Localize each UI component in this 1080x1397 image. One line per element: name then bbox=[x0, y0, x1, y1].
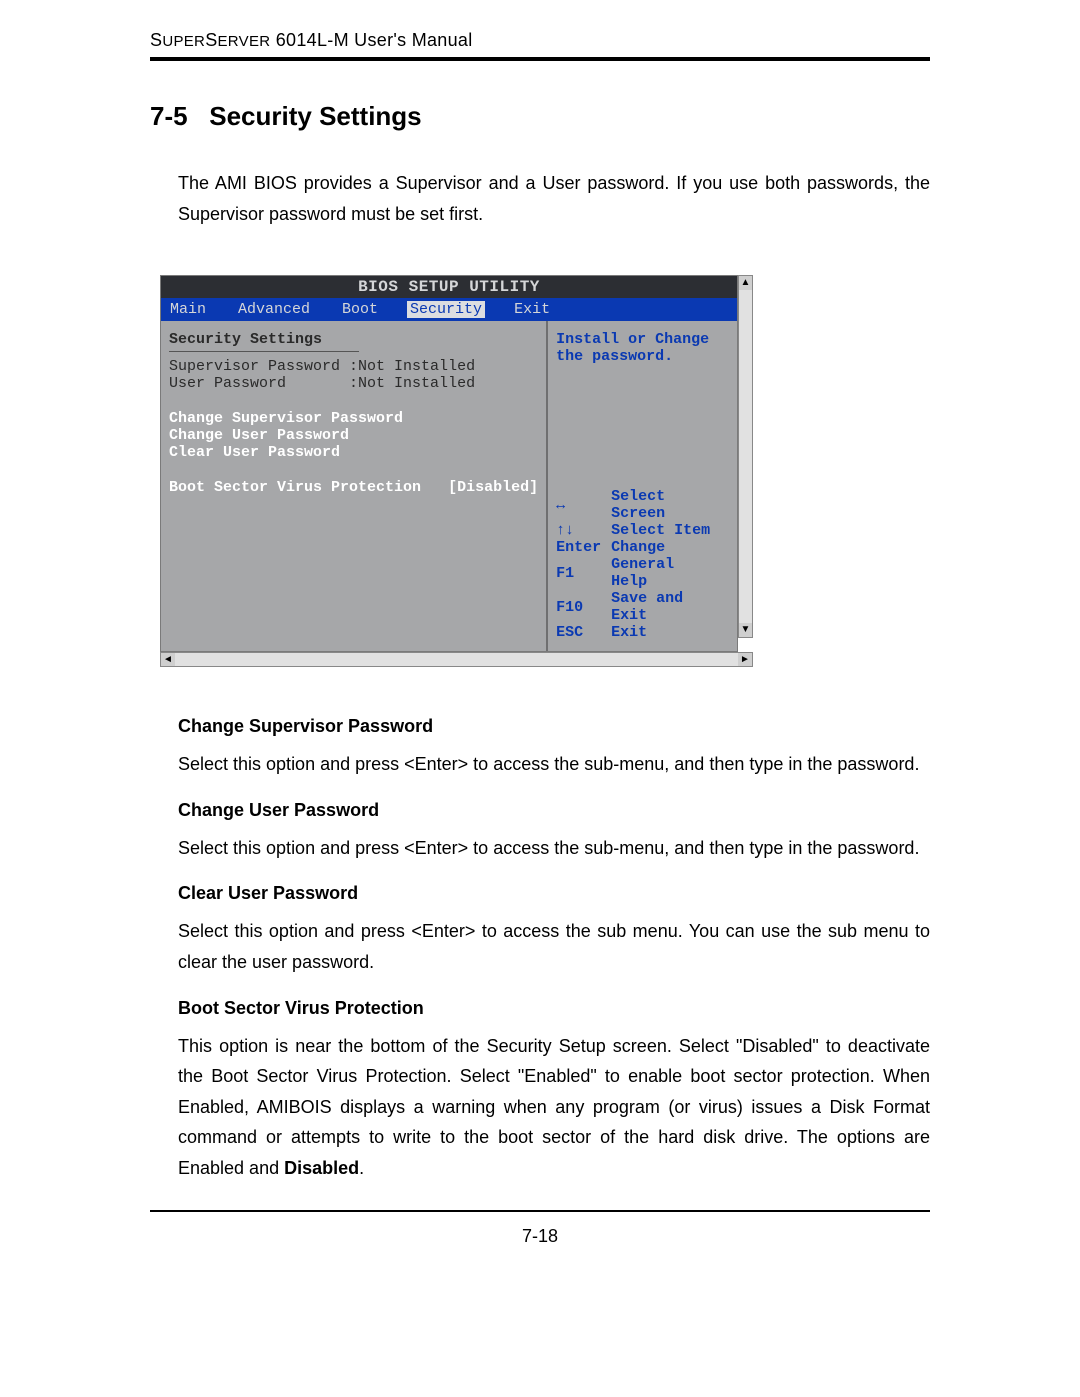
hint-action-save: Save and Exit bbox=[611, 590, 729, 624]
header-rule bbox=[150, 57, 930, 61]
sub-bsvp-body-pre: This option is near the bottom of the Se… bbox=[178, 1036, 930, 1178]
hint-key-f1: F1 bbox=[556, 556, 611, 590]
bios-left-pane: Security Settings Supervisor Password :N… bbox=[161, 321, 548, 651]
bios-menu-bar: Main Advanced Boot Security Exit bbox=[161, 298, 737, 321]
bios-user-row: User Password :Not Installed bbox=[169, 375, 538, 392]
hint-key-ud: ↑↓ bbox=[556, 522, 611, 539]
bios-bsvp-value: [Disabled] bbox=[448, 479, 538, 496]
bios-supervisor-label: Supervisor Password bbox=[169, 358, 340, 375]
bios-menu-exit[interactable]: Exit bbox=[511, 301, 553, 318]
bios-menu-boot[interactable]: Boot bbox=[339, 301, 381, 318]
sub-clear-user-body: Select this option and press <Enter> to … bbox=[178, 916, 930, 977]
bios-key-hints: ↔Select Screen ↑↓Select Item EnterChange… bbox=[556, 488, 729, 641]
bios-menu-security[interactable]: Security bbox=[407, 301, 485, 318]
bios-window-title: BIOS SETUP UTILITY bbox=[161, 276, 737, 298]
bios-item-change-supervisor[interactable]: Change Supervisor Password bbox=[169, 410, 538, 427]
header-char-2: S bbox=[205, 30, 217, 50]
bios-menu-main[interactable]: Main bbox=[167, 301, 209, 318]
scroll-up-icon[interactable]: ▲ bbox=[739, 276, 752, 290]
sub-change-supervisor-title: Change Supervisor Password bbox=[178, 716, 930, 737]
scroll-down-icon[interactable]: ▼ bbox=[739, 623, 752, 637]
bios-divider bbox=[169, 351, 359, 352]
intro-paragraph: The AMI BIOS provides a Supervisor and a… bbox=[178, 168, 930, 229]
sub-bsvp-title: Boot Sector Virus Protection bbox=[178, 998, 930, 1019]
header-frag-2: ERVER bbox=[218, 33, 271, 50]
sub-bsvp-body-bold: Disabled bbox=[284, 1158, 359, 1178]
scroll-right-icon[interactable]: ► bbox=[738, 653, 752, 666]
header-char-1: S bbox=[150, 30, 162, 50]
scroll-left-icon[interactable]: ◄ bbox=[161, 653, 175, 666]
hint-key-f10: F10 bbox=[556, 590, 611, 624]
page-number: 7-18 bbox=[150, 1226, 930, 1247]
bios-bsvp-label: Boot Sector Virus Protection bbox=[169, 479, 421, 496]
scrollbar-vertical[interactable]: ▲ ▼ bbox=[738, 275, 753, 638]
sub-bsvp-body-post: . bbox=[359, 1158, 364, 1178]
section-heading: Security Settings bbox=[209, 101, 421, 131]
hint-key-enter: Enter bbox=[556, 539, 611, 556]
bios-supervisor-value: :Not Installed bbox=[349, 358, 475, 375]
sub-change-supervisor-body: Select this option and press <Enter> to … bbox=[178, 749, 930, 780]
bios-help-text: Install or Change the password. bbox=[556, 331, 729, 365]
hint-action-select-screen: Select Screen bbox=[611, 488, 729, 522]
footer-rule bbox=[150, 1210, 930, 1212]
header-frag-1: UPER bbox=[162, 33, 205, 50]
hint-key-lr: ↔ bbox=[556, 488, 611, 522]
hint-action-help: General Help bbox=[611, 556, 729, 590]
header-model: 6014L-M User's Manual bbox=[270, 30, 472, 50]
bios-menu-advanced[interactable]: Advanced bbox=[235, 301, 313, 318]
sub-change-user-title: Change User Password bbox=[178, 800, 930, 821]
hint-action-select-item: Select Item bbox=[611, 522, 729, 539]
sub-clear-user-title: Clear User Password bbox=[178, 883, 930, 904]
bios-item-clear-user[interactable]: Clear User Password bbox=[169, 444, 538, 461]
bios-screenshot: BIOS SETUP UTILITY Main Advanced Boot Se… bbox=[160, 275, 738, 652]
bios-item-bsvp[interactable]: Boot Sector Virus Protection [Disabled] bbox=[169, 479, 538, 496]
bios-pane-heading: Security Settings bbox=[169, 331, 538, 348]
bios-supervisor-row: Supervisor Password :Not Installed bbox=[169, 358, 538, 375]
hint-key-esc: ESC bbox=[556, 624, 611, 641]
hint-action-exit: Exit bbox=[611, 624, 729, 641]
hint-action-change: Change bbox=[611, 539, 729, 556]
bios-user-value: :Not Installed bbox=[349, 375, 475, 392]
section-title: 7-5 Security Settings bbox=[150, 101, 930, 132]
sub-bsvp-body: This option is near the bottom of the Se… bbox=[178, 1031, 930, 1184]
bios-item-change-user[interactable]: Change User Password bbox=[169, 427, 538, 444]
scrollbar-horizontal[interactable]: ◄ ► bbox=[160, 652, 753, 667]
sub-change-user-body: Select this option and press <Enter> to … bbox=[178, 833, 930, 864]
section-number: 7-5 bbox=[150, 101, 188, 131]
bios-user-label: User Password bbox=[169, 375, 286, 392]
running-header: SUPERSERVER 6014L-M User's Manual bbox=[150, 30, 930, 51]
bios-right-pane: Install or Change the password. ↔Select … bbox=[548, 321, 737, 651]
